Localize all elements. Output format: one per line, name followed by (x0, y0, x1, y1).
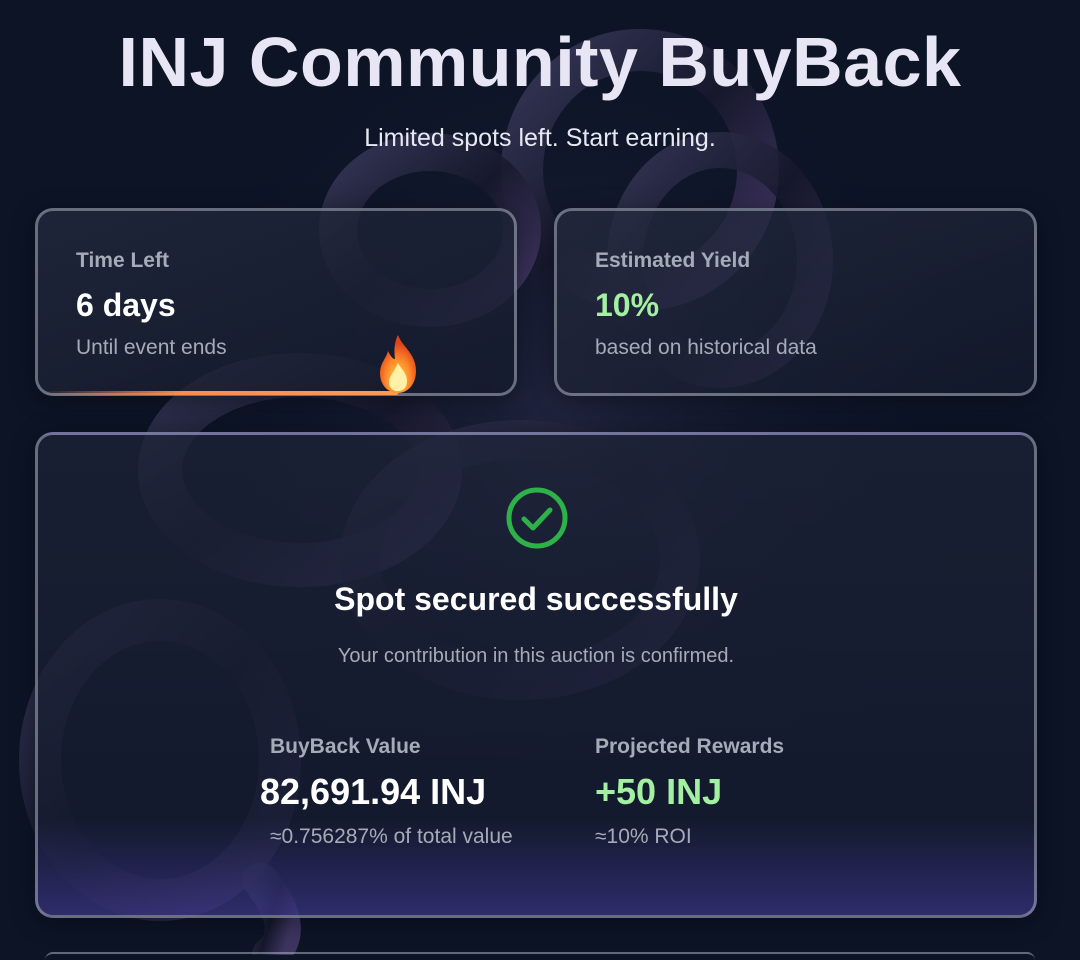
fire-icon (380, 335, 417, 393)
estimated-yield-value: 10% (595, 287, 660, 323)
estimated-yield-label: Estimated Yield (595, 249, 751, 272)
status-card: Spot secured successfully Your contribut… (35, 432, 1037, 918)
time-left-note: Until event ends (76, 336, 227, 359)
buyback-label: BuyBack Value (270, 735, 421, 758)
page-title: INJ Community BuyBack (118, 23, 962, 101)
rewards-label: Projected Rewards (595, 735, 785, 758)
page-subtitle: Limited spots left. Start earning. (364, 124, 716, 152)
rewards-value: +50 INJ (595, 771, 723, 812)
status-message: Your contribution in this auction is con… (337, 645, 735, 667)
next-card-edge (45, 952, 1035, 960)
time-left-card: Time Left 6 days Until event ends (35, 208, 517, 396)
rewards-note: ≈10% ROI (595, 825, 692, 848)
time-progress-bar (41, 335, 511, 395)
estimated-yield-note: based on historical data (595, 336, 817, 359)
estimated-yield-card: Estimated Yield 10% based on historical … (554, 208, 1037, 396)
rewards-metric: Projected Rewards +50 INJ ≈10% ROI (595, 735, 915, 849)
buyback-metric: BuyBack Value 82,691.94 INJ ≈0.756287% o… (260, 735, 580, 849)
time-progress-fill (41, 391, 399, 395)
check-circle-icon (506, 487, 568, 549)
buyback-note: ≈0.756287% of total value (270, 825, 513, 848)
status-title: Spot secured successfully (334, 581, 738, 617)
time-left-value: 6 days (76, 287, 176, 323)
time-left-label: Time Left (76, 249, 169, 272)
buyback-value: 82,691.94 INJ (260, 771, 487, 812)
